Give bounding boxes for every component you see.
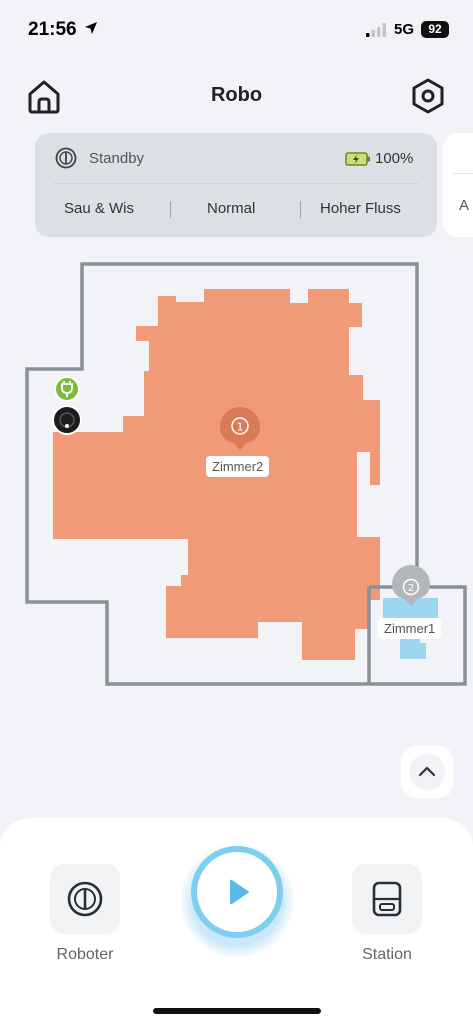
phone-battery-badge: 92 (421, 21, 449, 38)
suction-mop-mode[interactable]: Sau & Wis (64, 200, 134, 217)
secondary-card-text: A (459, 197, 470, 214)
home-indicator (153, 1008, 321, 1014)
settings-hexagon-icon[interactable] (408, 76, 448, 116)
docking-station-icon (372, 881, 402, 917)
start-cleaning-button[interactable] (191, 846, 283, 938)
robot-position[interactable] (52, 405, 82, 435)
mode-separator (300, 201, 301, 218)
suction-power-mode[interactable]: Normal (207, 200, 255, 217)
location-arrow-icon (85, 22, 97, 34)
status-time: 21:56 (28, 19, 77, 40)
card-divider (453, 173, 473, 174)
robot-status-card[interactable]: Standby 100% Sau & Wis Normal Hoher Flus… (35, 133, 437, 237)
start-cleaning-button-inner (197, 852, 277, 932)
chevron-up-icon (418, 766, 436, 777)
robot-battery-percent: 100% (375, 150, 414, 167)
room-number-2: 2 (408, 583, 414, 594)
card-divider (53, 183, 419, 184)
robot-label: Roboter (56, 946, 114, 963)
water-flow-mode[interactable]: Hoher Fluss (320, 200, 401, 217)
robot-icon (55, 147, 77, 169)
expand-panel-button[interactable] (401, 746, 453, 798)
station-button[interactable] (352, 864, 422, 934)
page-title: Robo (210, 84, 263, 106)
expand-panel-button-inner (409, 754, 445, 790)
station-label: Station (362, 946, 412, 963)
robot-icon (67, 881, 103, 917)
status-bar: 21:56 5G 92 (0, 0, 473, 58)
room-label-zimmer1[interactable]: Zimmer1 (378, 618, 442, 639)
robot-settings-button[interactable] (50, 864, 120, 934)
bottom-control-panel: Roboter Station (0, 818, 473, 1024)
robot-state: Standby (89, 150, 145, 167)
cellular-signal-icon (366, 23, 386, 37)
mode-separator (170, 201, 171, 218)
room-label-zimmer2[interactable]: Zimmer2 (206, 456, 270, 477)
network-type: 5G (394, 21, 415, 38)
cleaning-map[interactable]: 1 2 Zimmer2 Zimmer1 (0, 250, 473, 705)
battery-charging-icon (345, 152, 370, 166)
charging-station[interactable] (54, 376, 80, 402)
secondary-card[interactable]: A (443, 133, 473, 237)
play-icon (230, 879, 249, 905)
room-number-1: 1 (237, 421, 244, 434)
app-header: Robo (0, 72, 473, 120)
